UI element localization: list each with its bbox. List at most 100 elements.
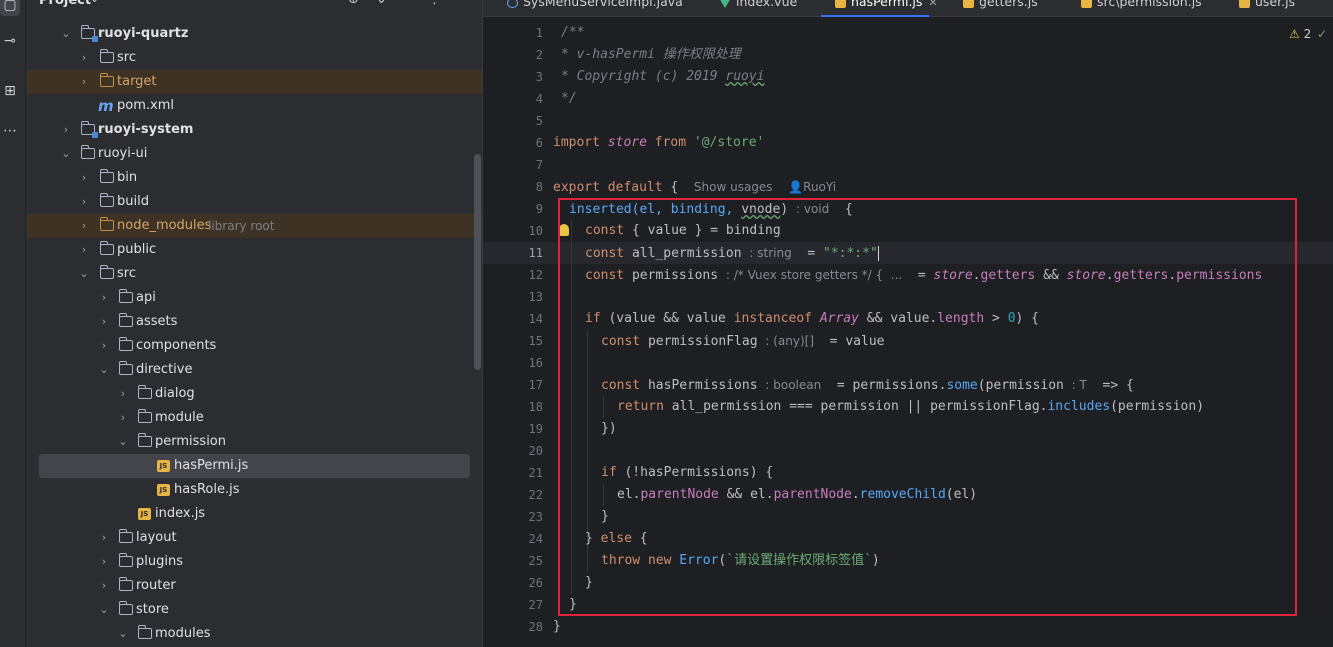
js-file-icon: JS	[157, 484, 170, 496]
tree-item-ruoyi-system[interactable]: › ruoyi-system	[26, 118, 482, 142]
tree-item-plugins[interactable]: › plugins	[26, 550, 482, 574]
warning-icon: ⚠	[1289, 27, 1300, 41]
project-panel-title[interactable]: Project	[39, 0, 91, 8]
tab-getters[interactable]: getters.js	[963, 0, 1038, 16]
tab-user[interactable]: user.js	[1239, 0, 1295, 16]
tab-label: user.js	[1255, 0, 1296, 9]
tab-src-permission[interactable]: src\permission.js	[1081, 0, 1202, 16]
chevron-right-icon[interactable]: ›	[78, 70, 90, 94]
chevron-down-icon[interactable]: ⌄	[117, 622, 129, 646]
inspection-widget[interactable]: ⚠ 2	[1289, 27, 1311, 41]
chevron-right-icon[interactable]: ›	[78, 46, 90, 70]
chevron-down-icon[interactable]: ⌄	[98, 598, 110, 622]
tree-item-store[interactable]: ⌄ store	[26, 598, 482, 622]
project-icon[interactable]: ▢	[0, 0, 20, 16]
line-number: 9	[535, 202, 543, 216]
chevron-right-icon[interactable]: ›	[78, 238, 90, 262]
folder-icon	[99, 49, 114, 63]
tree-item-ruoyi-quartz[interactable]: ⌄ ruoyi-quartz	[26, 22, 482, 46]
tree-item-haspermi[interactable]: JS hasPermi.js	[39, 454, 470, 478]
tab-index-vue[interactable]: index.vue	[719, 0, 797, 16]
code-token: ruoyi	[725, 69, 765, 84]
tab-label: getters.js	[979, 0, 1038, 9]
check-icon[interactable]: ✓	[1317, 27, 1327, 41]
tree-item-bin[interactable]: › bin	[26, 166, 482, 190]
tree-item-assets[interactable]: › assets	[26, 310, 482, 334]
chevron-down-icon[interactable]: ⌄	[60, 22, 72, 46]
chevron-right-icon[interactable]: ›	[98, 310, 110, 334]
tree-item-dialog[interactable]: › dialog	[26, 382, 482, 406]
tree-item-node-modules[interactable]: › node_modules library root	[26, 214, 482, 238]
tree-item-label: bin	[117, 170, 138, 185]
line-number: 5	[535, 114, 543, 128]
tree-item-src[interactable]: ⌄ src	[26, 262, 482, 286]
locate-icon[interactable]: ⊕	[348, 0, 359, 7]
java-file-icon	[507, 0, 518, 8]
code-editor[interactable]: SysMenuServiceImpl.java index.vue hasPer…	[482, 0, 1333, 647]
tree-item-module[interactable]: › module	[26, 406, 482, 430]
tree-item-api[interactable]: › api	[26, 286, 482, 310]
hide-icon[interactable]: —	[454, 0, 467, 7]
tree-item-directive[interactable]: ⌄ directive	[26, 358, 482, 382]
excluded-folder-icon	[99, 73, 114, 87]
code-line-28: }	[553, 616, 561, 638]
line-number: 15	[528, 334, 543, 348]
tree-item-modules[interactable]: ⌄ modules	[26, 622, 482, 646]
chevron-down-icon[interactable]: ⌄	[117, 430, 129, 454]
tree-item-router[interactable]: › router	[26, 574, 482, 598]
folder-icon	[118, 601, 133, 615]
commit-icon[interactable]: ⊸	[0, 30, 20, 52]
folder-icon	[118, 361, 133, 375]
chevron-right-icon[interactable]: ›	[78, 214, 90, 238]
folder-icon	[118, 289, 133, 303]
chevron-down-icon[interactable]: ⌄	[60, 142, 72, 166]
tree-item-hasrole[interactable]: JS hasRole.js	[26, 478, 482, 502]
code-line-3: * Copyright (c) 2019 ruoyi	[561, 66, 765, 88]
tree-item-label: layout	[136, 530, 177, 545]
structure-icon[interactable]: ⊞	[0, 80, 20, 102]
line-number: 8	[535, 180, 543, 194]
line-number: 10	[528, 224, 543, 238]
show-usages-link[interactable]: Show usages	[694, 180, 773, 194]
tab-sysmenuserviceimpl[interactable]: SysMenuServiceImpl.java	[507, 0, 683, 16]
code-line-4: */	[561, 88, 577, 110]
chevron-down-icon[interactable]: ⌄	[78, 262, 90, 286]
expand-icon[interactable]: ⌃	[402, 0, 413, 7]
line-number: 12	[528, 268, 543, 282]
chevron-right-icon[interactable]: ›	[60, 118, 72, 142]
options-icon[interactable]: ⋮	[428, 0, 441, 7]
tree-item-target[interactable]: › target	[26, 70, 482, 94]
chevron-right-icon[interactable]: ›	[117, 406, 129, 430]
tree-item-ruoyi-ui[interactable]: ⌄ ruoyi-ui	[26, 142, 482, 166]
chevron-right-icon[interactable]: ›	[117, 382, 129, 406]
collapse-icon[interactable]: ⌄	[376, 0, 387, 7]
tree-item-src[interactable]: › src	[26, 46, 482, 70]
tree-item-layout[interactable]: › layout	[26, 526, 482, 550]
tree-item-permission[interactable]: ⌄ permission	[26, 430, 482, 454]
chevron-down-icon[interactable]: ⌄	[98, 358, 110, 382]
more-icon[interactable]: ⋯	[0, 120, 20, 142]
tab-haspermi[interactable]: hasPermi.js ✕	[835, 0, 938, 16]
author-hint[interactable]: RuoYi	[803, 180, 836, 194]
tree-item-label: hasPermi.js	[174, 458, 249, 473]
tree-item-public[interactable]: › public	[26, 238, 482, 262]
chevron-right-icon[interactable]: ›	[98, 334, 110, 358]
chevron-right-icon[interactable]: ›	[78, 166, 90, 190]
tree-item-pom[interactable]: m pom.xml	[26, 94, 482, 118]
tree-item-index[interactable]: JS index.js	[26, 502, 482, 526]
chevron-right-icon[interactable]: ›	[98, 286, 110, 310]
close-icon[interactable]: ✕	[928, 0, 937, 9]
tree-item-build[interactable]: › build	[26, 190, 482, 214]
project-scrollbar[interactable]	[474, 154, 481, 370]
code-token: /**	[561, 25, 585, 40]
tree-item-components[interactable]: › components	[26, 334, 482, 358]
chevron-down-icon[interactable]: ⌄	[90, 0, 99, 5]
tree-item-label: build	[117, 194, 149, 209]
chevron-right-icon[interactable]: ›	[98, 574, 110, 598]
active-tab-indicator	[821, 15, 929, 17]
code-token: '@/store'	[693, 135, 765, 150]
chevron-right-icon[interactable]: ›	[98, 526, 110, 550]
line-number: 7	[535, 158, 543, 172]
chevron-right-icon[interactable]: ›	[78, 190, 90, 214]
chevron-right-icon[interactable]: ›	[98, 550, 110, 574]
